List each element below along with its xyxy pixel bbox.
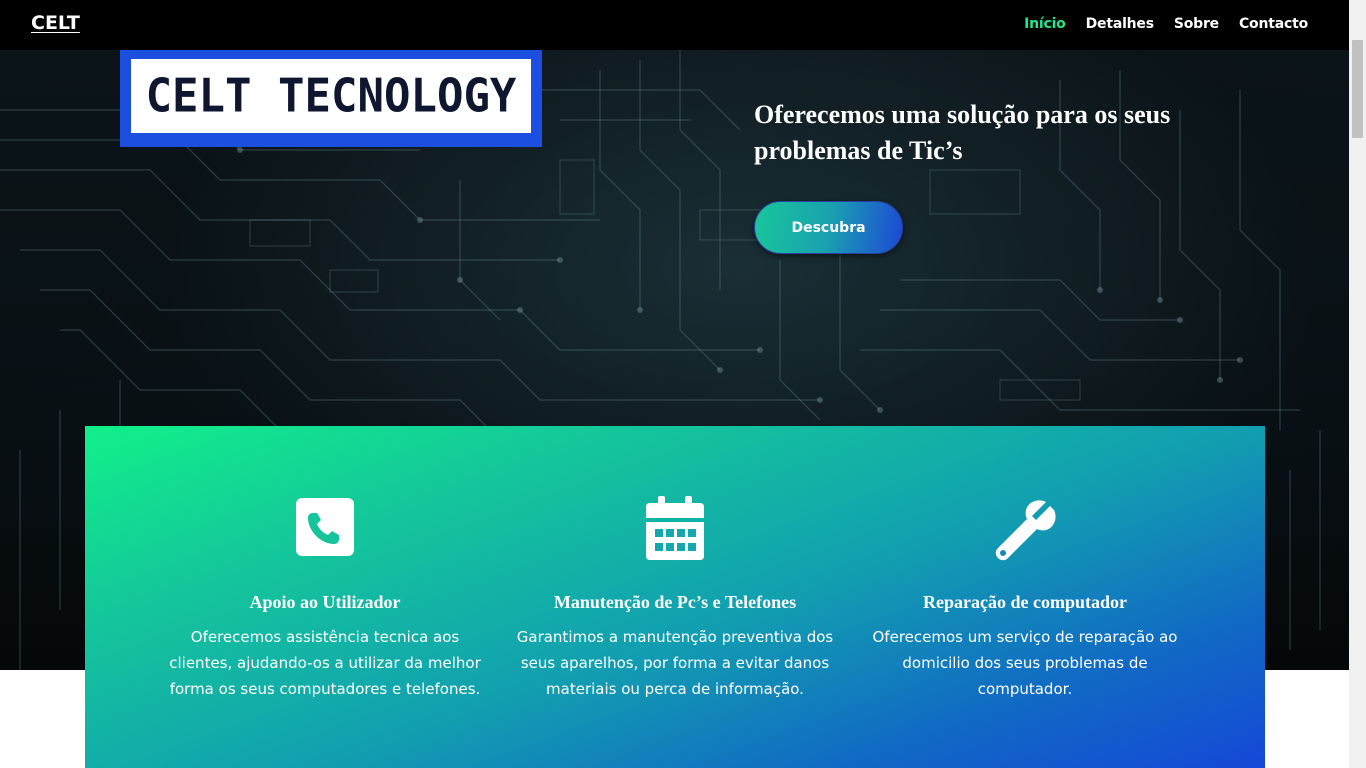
discover-button[interactable]: Descubra — [754, 201, 903, 254]
wrench-icon — [995, 500, 1056, 561]
feature-title: Reparação de computador — [923, 592, 1127, 612]
scrollbar-thumb[interactable] — [1352, 40, 1363, 138]
feature-description: Oferecemos assistência tecnica aos clien… — [169, 628, 481, 698]
brand-link[interactable]: CELT — [31, 12, 80, 34]
logo: CELT TECNOLOGY — [131, 59, 531, 133]
features-panel: Apoio ao Utilizador Oferecemos assistênc… — [85, 426, 1265, 768]
top-navbar: CELT Início Detalhes Sobre Contacto — [0, 0, 1349, 50]
nav-link-inicio[interactable]: Início — [1024, 16, 1066, 32]
nav-link-sobre[interactable]: Sobre — [1174, 16, 1219, 32]
main-nav: Início Detalhes Sobre Contacto — [1024, 16, 1308, 32]
logo-text: CELT TECNOLOGY — [145, 69, 517, 123]
feature-description: Garantimos a manutenção preventiva dos s… — [516, 628, 834, 698]
phone-square-icon — [296, 498, 354, 556]
hero-title: Oferecemos uma solução para os seus prob… — [754, 97, 1234, 169]
feature-description: Oferecemos um serviço de reparação ao do… — [872, 628, 1178, 698]
logo-frame: CELT TECNOLOGY — [120, 50, 542, 147]
hero-title-line-1: Oferecemos uma solução para os seus — [754, 100, 1171, 129]
page-scrollbar[interactable] — [1349, 0, 1366, 768]
feature-title: Apoio ao Utilizador — [249, 592, 401, 612]
nav-link-contacto[interactable]: Contacto — [1239, 16, 1308, 32]
calendar-icon — [646, 496, 704, 560]
hero-title-line-2: problemas de Tic’s — [754, 136, 963, 165]
nav-link-detalhes[interactable]: Detalhes — [1086, 16, 1154, 32]
feature-title: Manutenção de Pc’s e Telefones — [553, 592, 797, 612]
